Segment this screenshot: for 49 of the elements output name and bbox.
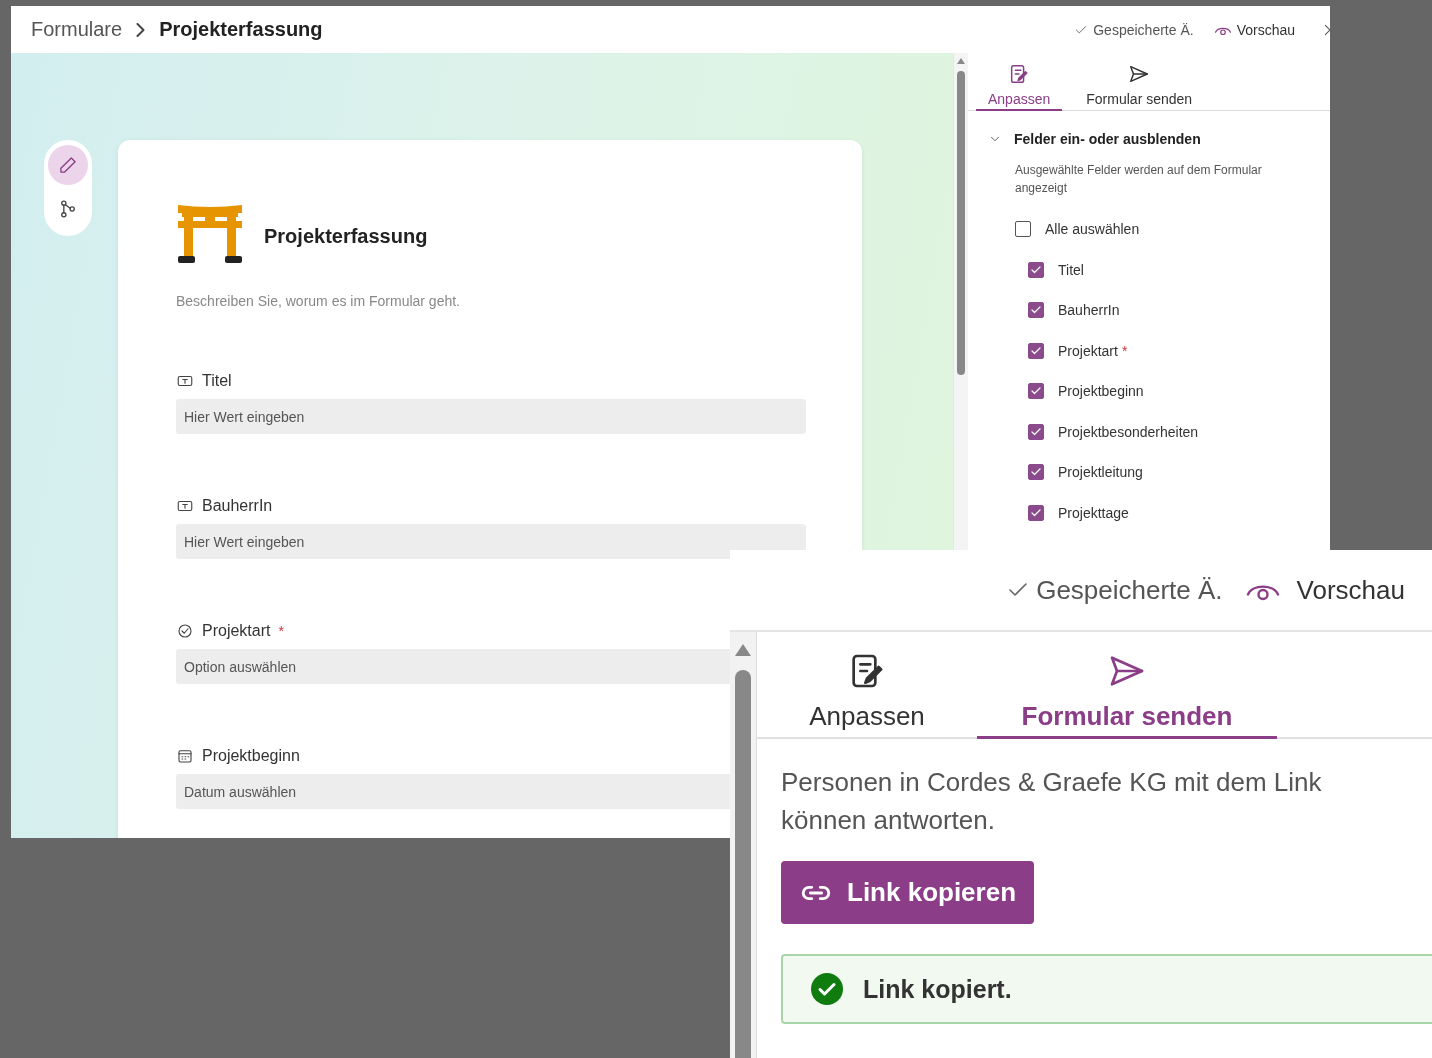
checkbox-label: Projektart: [1058, 342, 1118, 359]
branch-icon: [58, 199, 78, 219]
field-label: Projektbeginn: [202, 747, 300, 765]
calendar-icon: [176, 747, 194, 765]
checkbox[interactable]: [1015, 221, 1031, 238]
section-hint: Ausgewählte Felder werden auf dem Formular angezeigt: [1015, 162, 1263, 197]
required-mark: *: [1121, 342, 1128, 359]
success-text: Link kopiert.: [863, 974, 1012, 1004]
tab[interactable]: Formular senden: [1074, 53, 1205, 111]
checkbox[interactable]: [1028, 464, 1044, 481]
breadcrumb-link[interactable]: Formulare: [31, 18, 123, 41]
checkbox[interactable]: [1028, 302, 1044, 319]
scrollbar[interactable]: [730, 632, 757, 1058]
checkbox-label: Projektbesonderheiten: [1058, 423, 1199, 440]
chevron-right-icon: [136, 22, 146, 37]
checkbox[interactable]: [1028, 504, 1044, 521]
required-mark: *: [278, 623, 284, 639]
input-field[interactable]: Hier Wert eingeben: [176, 399, 806, 434]
preview-link[interactable]: Vorschau: [1296, 574, 1405, 606]
field-label: BauherrIn: [202, 497, 273, 515]
section-header[interactable]: Felder ein- oder ausblenden: [988, 131, 1201, 147]
send-icon: [1128, 63, 1151, 85]
breadcrumb-link[interactable]: Projekterfassung: [159, 18, 323, 41]
form-title: Projekterfassung: [264, 224, 428, 248]
checkbox[interactable]: [1028, 383, 1044, 400]
checkbox[interactable]: [1028, 342, 1044, 359]
checkbox-label: Projektbeginn: [1058, 383, 1144, 400]
saved-status: Gespeicherte Ä.: [1093, 21, 1194, 38]
copy-link-button[interactable]: Link kopieren: [781, 861, 1035, 924]
success-check-icon: [811, 973, 843, 1005]
checkbox-label: Projektleitung: [1058, 464, 1143, 481]
edit-button[interactable]: [48, 145, 88, 185]
field-label: Projektart: [202, 622, 271, 640]
gate-logo: [176, 203, 244, 265]
checkbox-label: BauherrIn: [1058, 302, 1120, 319]
checkbox[interactable]: [1028, 423, 1044, 440]
check-circle-icon: [176, 622, 194, 640]
tab[interactable]: Anpassen: [976, 53, 1063, 111]
preview-link[interactable]: Vorschau: [1236, 21, 1295, 38]
checkbox-label: Titel: [1058, 261, 1084, 278]
saved-status: Gespeicherte Ä.: [1036, 574, 1223, 606]
tab[interactable]: Formular senden: [977, 632, 1277, 739]
input-field[interactable]: Hier Wert eingeben: [176, 524, 806, 559]
pencil-icon: [58, 155, 78, 175]
checkbox[interactable]: [1028, 261, 1044, 278]
checkbox-label: Alle auswählen: [1045, 221, 1140, 238]
form-description[interactable]: Beschreiben Sie, worum es im Formular geht.: [176, 293, 806, 309]
checkbox-label: Projekttage: [1058, 504, 1129, 521]
field-label: Titel: [202, 372, 232, 390]
